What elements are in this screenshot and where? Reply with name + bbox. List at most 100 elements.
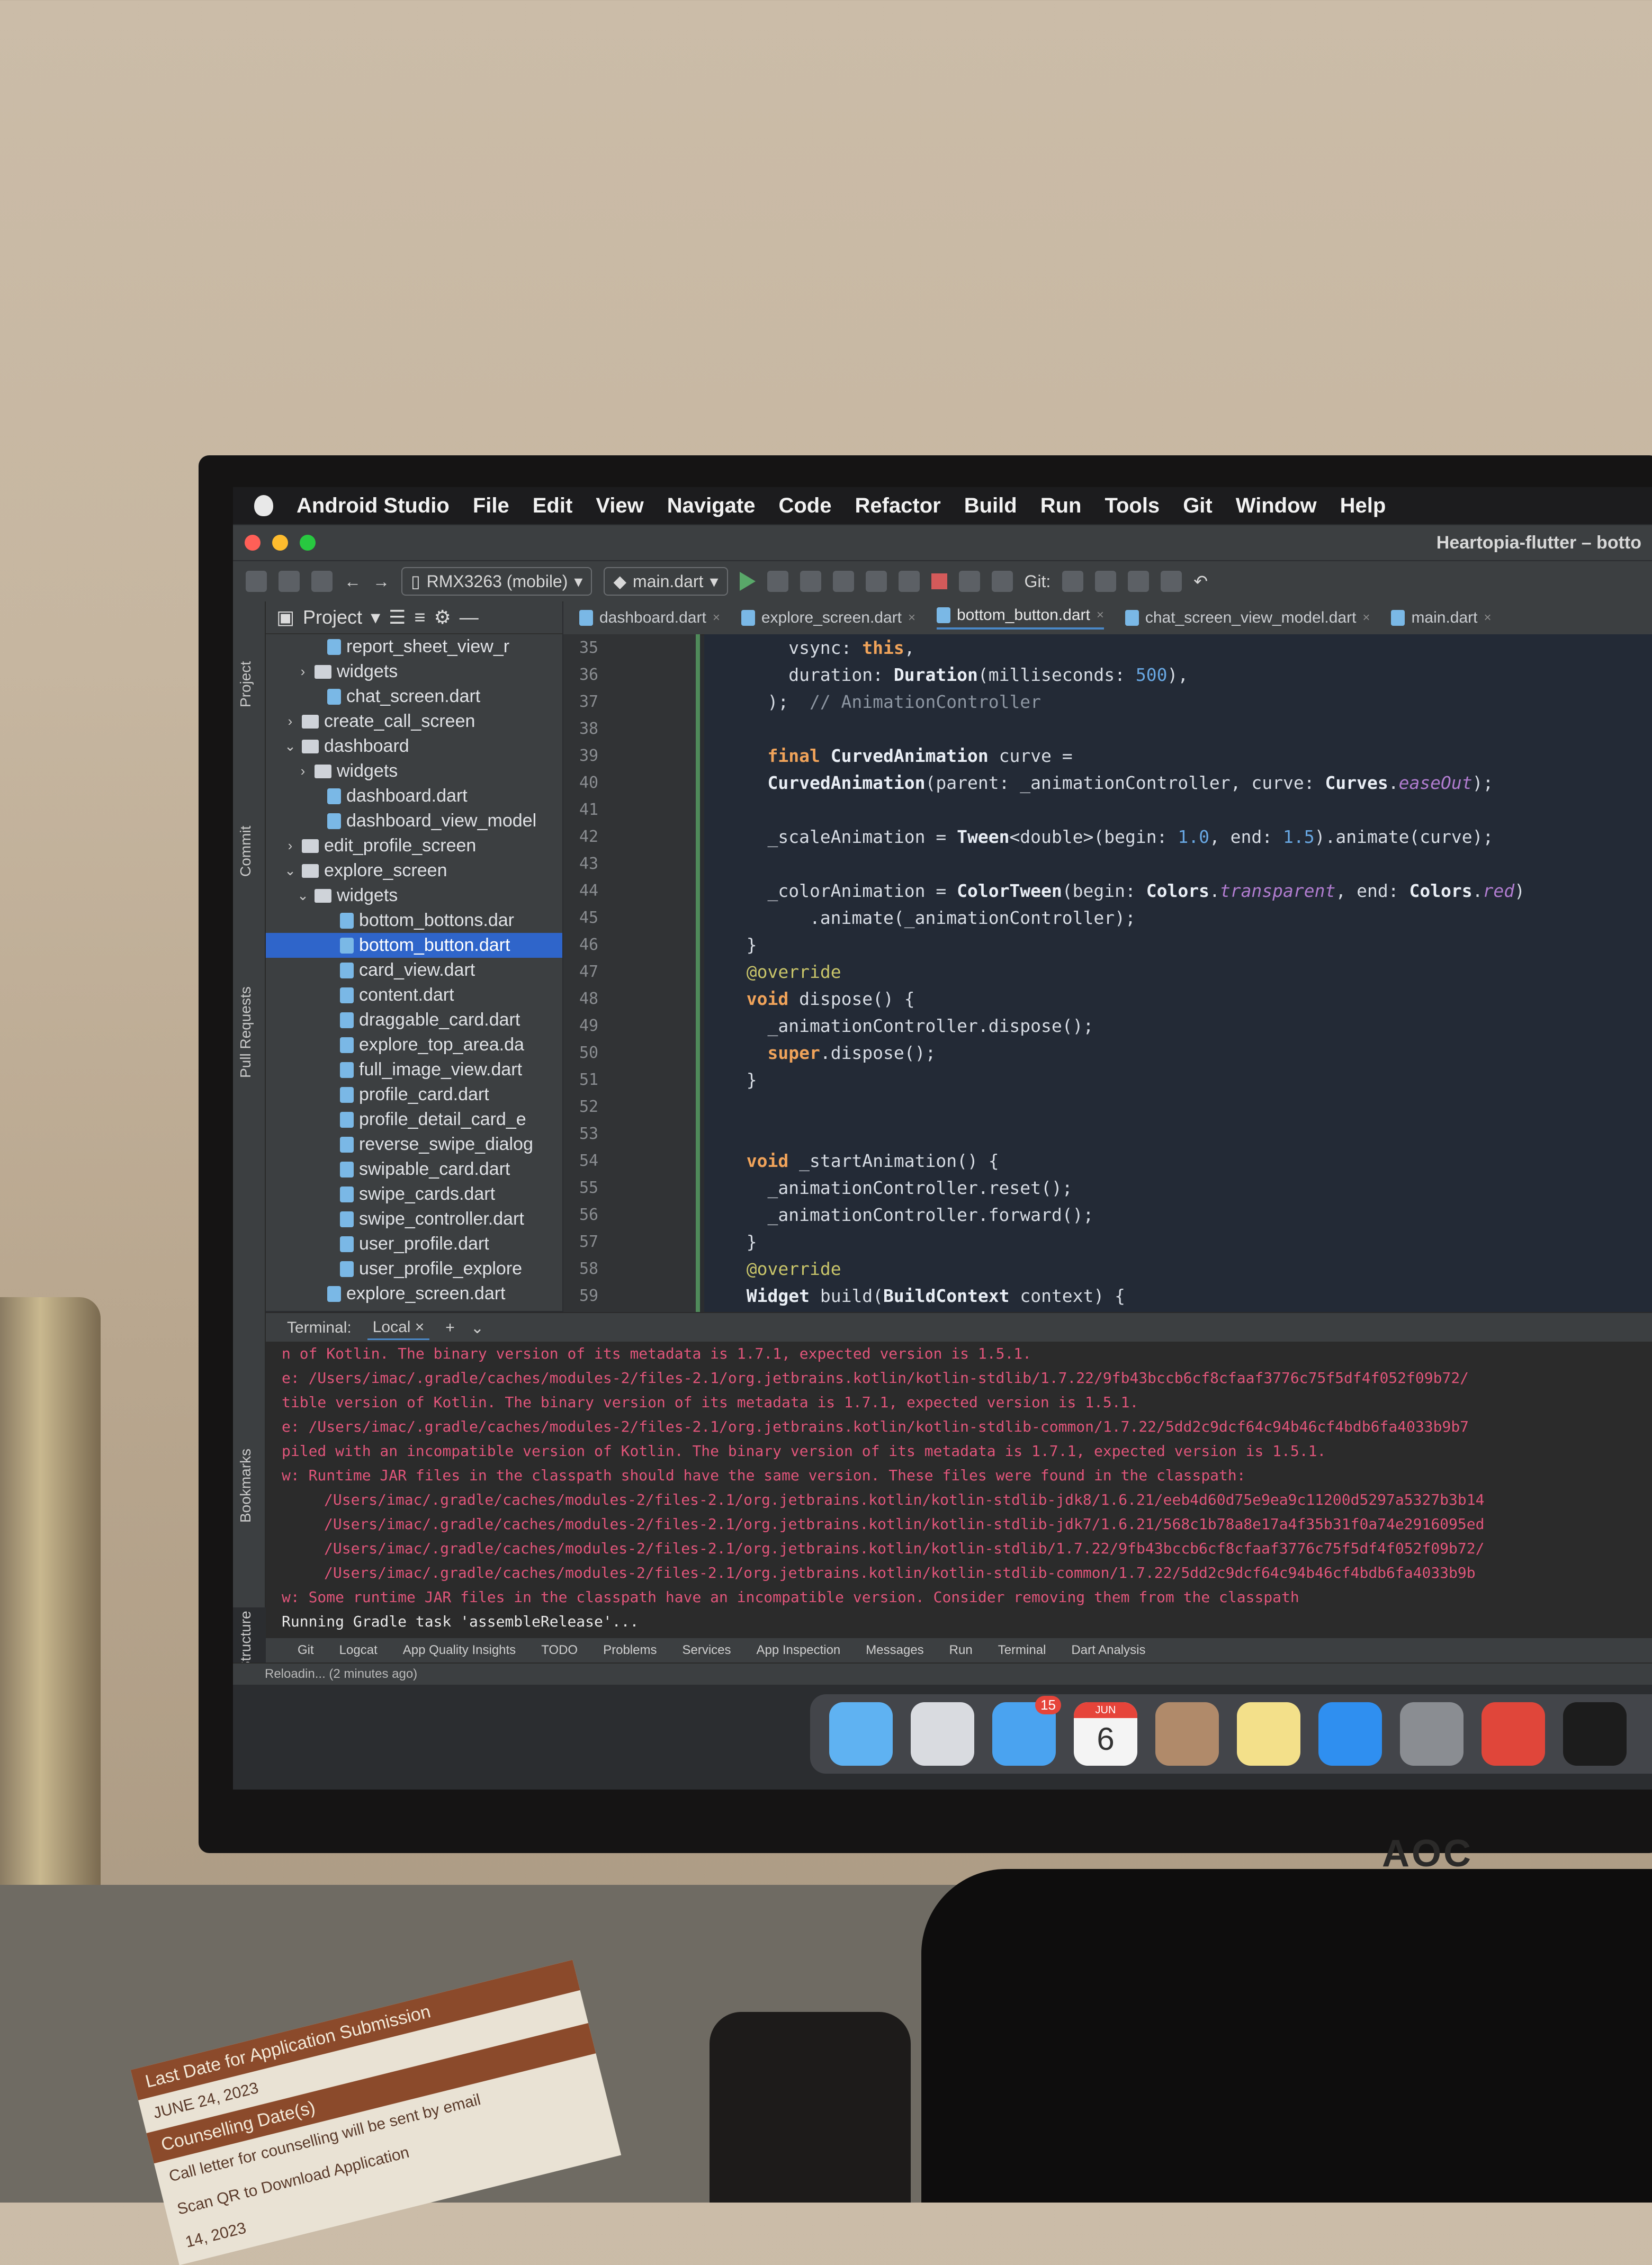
close-icon[interactable]: × [713,610,720,625]
apple-icon[interactable] [254,495,273,516]
tool-window-button[interactable]: Git [298,1643,314,1658]
add-terminal-icon[interactable]: + [445,1319,455,1337]
tool-window-button[interactable]: Messages [866,1643,923,1658]
tree-file-item[interactable]: dashboard_view_model [266,808,562,833]
close-icon[interactable]: × [1097,608,1104,623]
stop-icon[interactable] [931,573,947,589]
menu-tools[interactable]: Tools [1105,494,1160,518]
zoom-window-button[interactable] [300,535,316,551]
close-window-button[interactable] [245,535,261,551]
chevron-right-icon[interactable]: › [297,659,309,684]
editor-tab[interactable]: chat_screen_view_model.dart × [1125,609,1370,627]
close-icon[interactable]: × [1484,610,1492,625]
tree-folder-item[interactable]: › widgets [266,759,562,784]
menu-git[interactable]: Git [1183,494,1213,518]
folder-icon[interactable] [246,571,267,592]
menu-file[interactable]: File [473,494,509,518]
tree-file-item[interactable]: dashboard.dart [266,784,562,808]
tool-window-button[interactable]: Problems [603,1643,657,1658]
profile-icon[interactable] [800,571,821,592]
chevron-down-icon[interactable]: ⌄ [297,883,309,908]
tree-folder-item[interactable]: ⌄ explore_screen [266,858,562,883]
close-icon[interactable]: × [1362,610,1370,625]
git-commit-icon[interactable] [1095,571,1117,592]
tree-file-item[interactable]: user_profile.dart [266,1232,562,1256]
editor-tab[interactable]: main.dart × [1391,609,1492,627]
tree-file-item[interactable]: explore_screen.dart [266,1281,562,1306]
tree-file-item[interactable]: swipe_cards.dart [266,1182,562,1207]
launchpad-icon[interactable] [911,1702,974,1766]
hot-restart-icon[interactable] [865,571,887,592]
tool-project[interactable]: Project [237,661,254,707]
chrome-icon[interactable] [1482,1702,1545,1766]
run-icon[interactable] [739,572,756,591]
tool-window-button[interactable]: App Quality Insights [403,1643,516,1658]
gear-icon[interactable]: ⚙ [434,606,451,628]
terminal-icon[interactable] [1563,1702,1627,1766]
tool-window-button[interactable]: Logcat [339,1643,378,1658]
menu-navigate[interactable]: Navigate [667,494,756,518]
tool-window-button[interactable]: Run [949,1643,973,1658]
tool-window-button[interactable]: Dart Analysis [1071,1643,1145,1658]
save-icon[interactable] [279,571,300,592]
device-selector[interactable]: ▯ RMX3263 (mobile) ▾ [401,567,592,596]
menu-build[interactable]: Build [964,494,1017,518]
device-manager-icon[interactable] [958,571,980,592]
menu-app-name[interactable]: Android Studio [297,494,450,518]
menu-run[interactable]: Run [1040,494,1082,518]
menu-refactor[interactable]: Refactor [855,494,940,518]
tree-file-item[interactable]: reverse_swipe_dialog [266,1132,562,1157]
back-arrow-icon[interactable]: ← [344,572,361,591]
chevron-down-icon[interactable]: ⌄ [284,734,297,759]
collapse-all-icon[interactable]: ≡ [414,606,425,628]
hide-panel-icon[interactable]: — [460,606,479,628]
tree-file-item[interactable]: profile_card.dart [266,1082,562,1107]
chevron-down-icon[interactable]: ▾ [371,606,380,628]
forward-arrow-icon[interactable]: → [373,572,390,591]
tool-window-button[interactable]: Terminal [998,1643,1046,1658]
attach-debugger-icon[interactable] [898,571,920,592]
finder-icon[interactable] [829,1702,893,1766]
sdk-manager-icon[interactable] [991,571,1013,592]
editor-tab[interactable]: explore_screen.dart × [741,609,915,627]
tree-folder-item[interactable]: ⌄ widgets [266,883,562,908]
tree-file-item[interactable]: profile_detail_card_e [266,1107,562,1132]
menu-help[interactable]: Help [1340,494,1386,518]
chevron-down-icon[interactable]: ⌄ [284,858,297,883]
tree-folder-item[interactable]: ⌄ dashboard [266,734,562,759]
close-icon[interactable]: × [908,610,915,625]
menu-window[interactable]: Window [1236,494,1317,518]
undo-icon[interactable]: ↶ [1193,571,1208,591]
tree-file-item[interactable]: swipe_controller.dart [266,1207,562,1232]
tool-structure[interactable]: Structure [237,1611,254,1671]
tree-file-item[interactable]: content.dart [266,983,562,1008]
tool-pull-requests[interactable]: Pull Requests [237,986,254,1078]
tool-commit[interactable]: Commit [237,826,254,877]
tree-folder-item[interactable]: › widgets [266,659,562,684]
tree-file-item[interactable]: user_profile_explore [266,1256,562,1281]
mail-icon[interactable]: 15 [992,1696,1061,1766]
notes-icon[interactable] [1237,1702,1300,1766]
tree-file-item[interactable]: swipable_card.dart [266,1157,562,1182]
chevron-right-icon[interactable]: › [284,709,297,734]
chevron-down-icon[interactable]: ⌄ [471,1319,484,1337]
terminal-output[interactable]: n of Kotlin. The binary version of its m… [266,1342,1652,1638]
calendar-icon[interactable]: JUN 6 [1074,1702,1137,1766]
menu-view[interactable]: View [596,494,643,518]
git-history-icon[interactable] [1161,571,1182,592]
tree-file-item[interactable]: report_sheet_view_r [266,634,562,659]
tree-file-item[interactable]: card_view.dart [266,958,562,983]
sync-icon[interactable] [311,571,333,592]
tool-window-button[interactable]: App Inspection [757,1643,841,1658]
debug-icon[interactable] [767,571,788,592]
tree-file-item[interactable]: full_image_view.dart [266,1057,562,1082]
tree-file-item[interactable]: explore_top_area.da [266,1032,562,1057]
tool-window-button[interactable]: TODO [541,1643,578,1658]
close-icon[interactable]: × [415,1318,425,1336]
hot-reload-icon[interactable] [832,571,854,592]
system-preferences-icon[interactable] [1400,1702,1464,1766]
code-editor[interactable]: vsync: this, duration: Duration(millisec… [704,634,1652,1312]
tree-folder-item[interactable]: › create_call_screen [266,709,562,734]
app-store-icon[interactable] [1318,1702,1382,1766]
editor-tab[interactable]: bottom_button.dart × [937,606,1104,630]
